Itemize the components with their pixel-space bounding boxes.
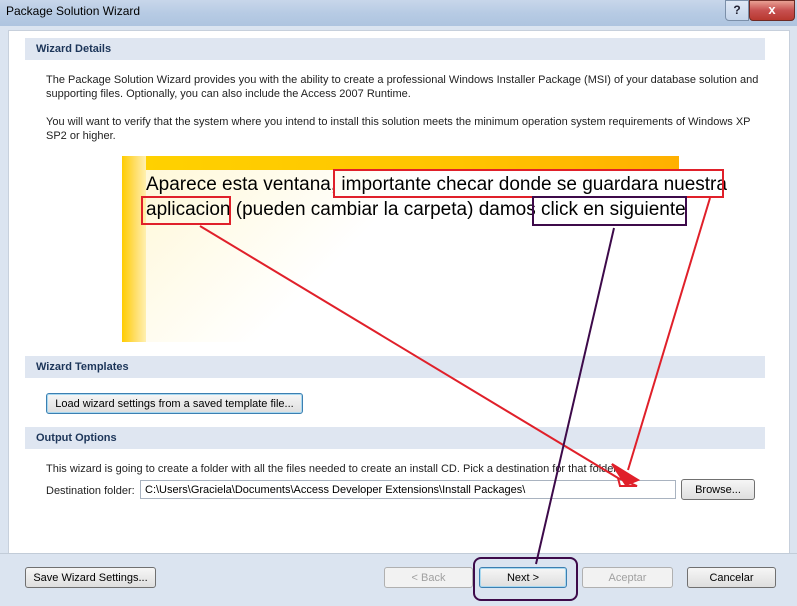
wizard-details-paragraph-1: The Package Solution Wizard provides you… — [46, 73, 766, 101]
banner-top-stripe — [122, 156, 679, 170]
close-button[interactable]: x — [749, 0, 795, 21]
annotation-text: (pueden cambiar la carpeta) damos — [230, 199, 541, 220]
back-button[interactable]: < Back — [384, 567, 473, 588]
annotation-box-destination — [333, 169, 724, 198]
browse-button[interactable]: Browse... — [681, 479, 755, 500]
banner-left-stripe — [122, 156, 146, 342]
destination-folder-input[interactable]: C:\Users\Graciela\Documents\Access Devel… — [140, 480, 676, 499]
annotation-box-click-next — [532, 196, 687, 226]
load-template-button[interactable]: Load wizard settings from a saved templa… — [46, 393, 303, 414]
help-button[interactable]: ? — [725, 0, 749, 21]
paragraph-line: SP2 or higher. — [46, 130, 116, 142]
wizard-details-paragraph-2: You will want to verify that the system … — [46, 115, 766, 143]
wizard-templates-header: Wizard Templates — [25, 356, 765, 378]
paragraph-line: supporting files. Optionally, you can al… — [46, 88, 411, 100]
footer-divider — [0, 553, 797, 554]
annotation-box-aplicacion — [141, 196, 231, 225]
paragraph-line: The Package Solution Wizard provides you… — [46, 74, 759, 86]
save-wizard-settings-button[interactable]: Save Wizard Settings... — [25, 567, 156, 588]
output-options-description: This wizard is going to create a folder … — [46, 463, 620, 475]
cancel-button[interactable]: Cancelar — [687, 567, 776, 588]
accept-button[interactable]: Aceptar — [582, 567, 673, 588]
paragraph-line: You will want to verify that the system … — [46, 116, 751, 128]
output-options-header: Output Options — [25, 427, 765, 449]
annotation-text: Aparece esta ventana, — [146, 174, 342, 195]
annotation-box-next — [473, 557, 578, 601]
destination-folder-label: Destination folder: — [46, 485, 135, 497]
title-bar: Package Solution Wizard ? x — [0, 0, 797, 27]
wizard-details-header: Wizard Details — [25, 38, 765, 60]
window-title: Package Solution Wizard — [6, 4, 141, 18]
